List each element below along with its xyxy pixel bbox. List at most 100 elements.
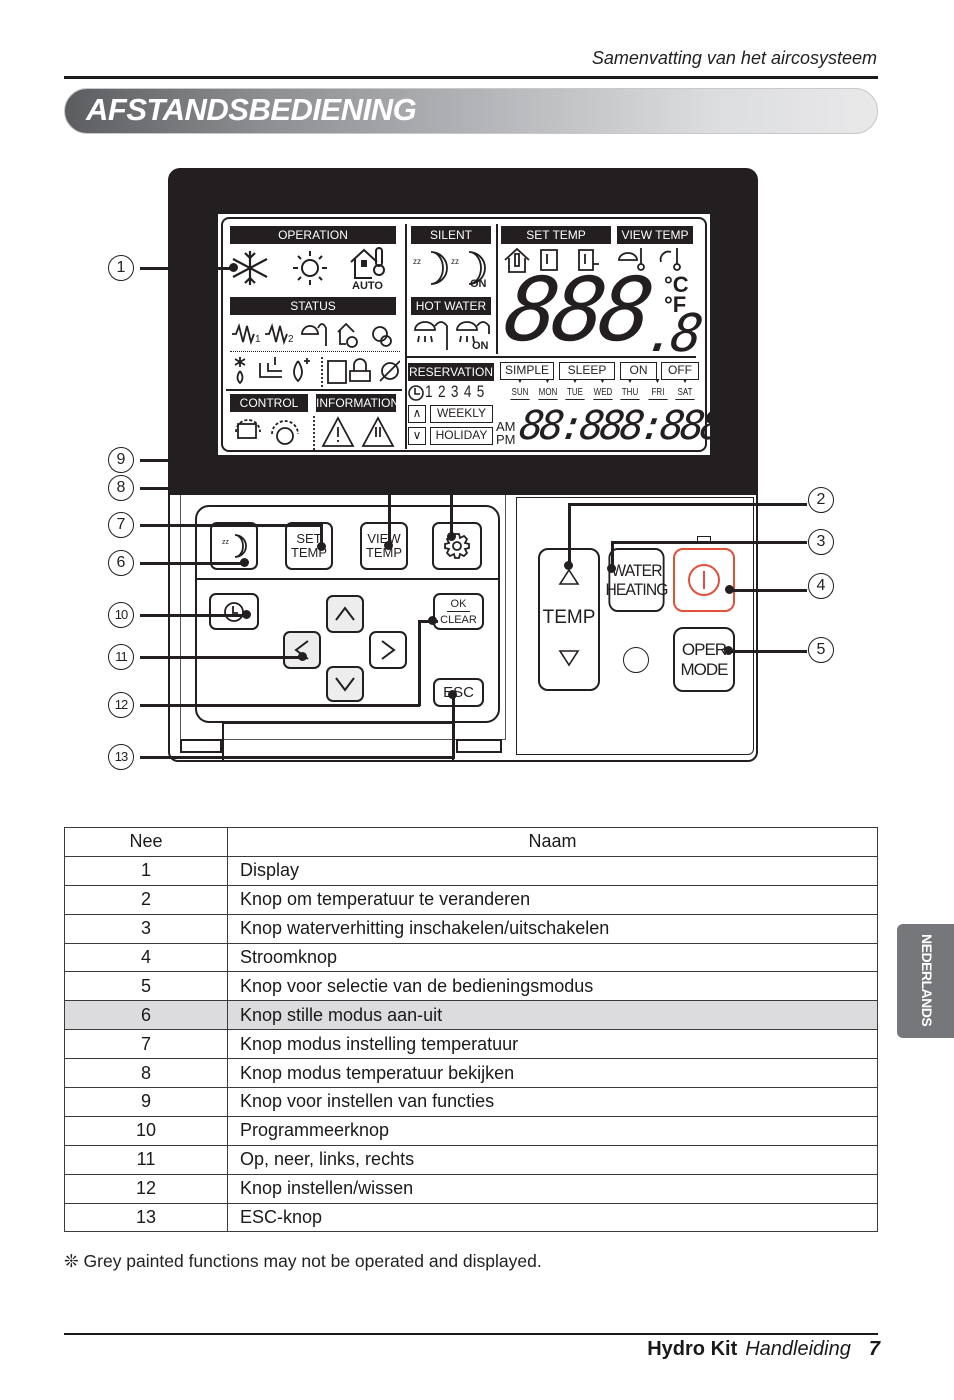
ok-clear-button[interactable]: OK CLEAR	[433, 593, 484, 630]
weekday-fri: ▼ FRI	[646, 378, 670, 400]
row-name: Knop voor selectie van de bedieningsmodu…	[227, 971, 878, 1002]
leader-line-11	[140, 656, 302, 659]
water-heating-button[interactable]: WATER HEATING	[606, 548, 668, 612]
main-temperature-digits: 888	[498, 258, 655, 361]
lcd-vertical-divider-2	[496, 224, 498, 354]
unit-fahrenheit: °F	[664, 292, 687, 317]
leader-dot-11	[298, 652, 307, 661]
central-control-icon	[237, 423, 257, 439]
status-led	[623, 647, 649, 673]
temp-label: TEMP	[542, 606, 596, 628]
leader-line-13-vertical	[452, 694, 455, 758]
row-name: Knop modus instelling temperatuur	[227, 1029, 878, 1060]
shower-on-icon	[456, 321, 490, 343]
callout-13: 13	[108, 744, 134, 770]
weekday-marker-icon: ▼	[571, 378, 579, 385]
weekday-sun: ▼ SUN	[508, 378, 532, 400]
timer-clock-icon	[408, 385, 424, 401]
lcd-horizontal-divider	[406, 356, 696, 358]
weekday-marker-icon: ▼	[516, 378, 524, 385]
triangle-up-icon	[558, 568, 580, 585]
cover-hinge-left	[180, 739, 222, 753]
shower-icon	[414, 321, 448, 350]
weekday-label: MON	[537, 387, 558, 400]
leader-line-7	[140, 524, 322, 527]
oper-mode-button[interactable]: OPER MODE	[673, 627, 735, 692]
table-row: 13 ESC-knop	[64, 1202, 878, 1233]
lcd-label-hot-water: HOT WATER	[411, 297, 491, 315]
leader-line-6	[140, 562, 244, 565]
row-name: Knop waterverhitting inschakelen/uitscha…	[227, 913, 878, 944]
weekday-marker-icon: ▼	[626, 378, 634, 385]
row-name: Knop instellen/wissen	[227, 1173, 878, 1204]
auto-house-thermometer-icon	[350, 247, 385, 279]
esc-button[interactable]: ESC	[433, 678, 484, 707]
weekday-thu: ▼ THU	[618, 378, 642, 400]
warning-icon	[321, 416, 355, 447]
lcd-label-set-temp: SET TEMP	[501, 226, 611, 244]
row-number: 8	[64, 1058, 228, 1089]
row-number: 6	[64, 1000, 228, 1031]
leader-line-8	[140, 487, 390, 490]
holiday-label: HOLIDAY	[430, 427, 493, 445]
lcd-display: OPERATION AUTO STATUS 1 2 CONTROL INFORM…	[216, 212, 724, 457]
callout-11: 11	[108, 644, 134, 670]
column-header-number: Nee	[64, 827, 228, 857]
lock-icon	[349, 358, 371, 382]
row-name: Knop voor instellen van functies	[227, 1087, 878, 1117]
callout-12: 12	[108, 692, 134, 718]
sun-play-icon	[372, 326, 388, 342]
row-number: 5	[64, 971, 228, 1002]
water-heating-label-line2: HEATING	[605, 580, 669, 599]
power-button[interactable]	[673, 548, 735, 612]
left-arrow-button[interactable]	[283, 631, 321, 669]
leader-line-1	[140, 267, 234, 270]
cover-hinge-right	[456, 739, 502, 753]
heating-sun-icon	[293, 251, 327, 285]
silent-moon-icon	[430, 251, 448, 285]
lcd-label-operation: OPERATION	[230, 226, 396, 244]
down-indicator-icon: ∨	[408, 427, 426, 445]
heater-1-icon	[232, 322, 255, 346]
silent-moon-icon: zz	[222, 534, 247, 558]
row-name: ESC-knop	[227, 1202, 878, 1233]
table-header-row: Nee Naam	[64, 827, 878, 857]
down-arrow-button[interactable]	[326, 666, 364, 702]
leader-dot-1	[229, 263, 238, 272]
row-number: 4	[64, 942, 228, 973]
weekday-tue: ▼ TUE	[563, 378, 587, 400]
schedule-grid-icon	[327, 360, 347, 384]
footer-manual: Handleiding	[745, 1338, 851, 1360]
row-number: 11	[64, 1144, 228, 1175]
table-row: 7 Knop modus instelling temperatuur	[64, 1029, 878, 1060]
pm-label: PM	[496, 432, 516, 447]
table-row: 3 Knop waterverhitting inschakelen/uitsch…	[64, 913, 878, 944]
critical-warning-icon	[361, 416, 395, 447]
power-icon	[688, 564, 720, 596]
weekday-sat: ▼ SAT	[673, 378, 697, 400]
leader-line-3	[612, 541, 807, 544]
footnote: ❊ Grey painted functions may not be oper…	[64, 1251, 542, 1271]
chevron-right-icon	[381, 640, 396, 660]
callout-9: 9	[108, 447, 134, 473]
weekly-label: WEEKLY	[430, 405, 493, 423]
clock-digits: 88:888:888	[516, 403, 725, 449]
svg-text:zz: zz	[451, 257, 459, 266]
weekday-label: FRI	[647, 386, 668, 400]
table-row: 9 Knop voor instellen van functies	[64, 1087, 878, 1117]
function-settings-button[interactable]	[432, 522, 482, 570]
right-arrow-button[interactable]	[369, 631, 407, 669]
callout-1: 1	[108, 255, 134, 281]
leader-dot-3	[607, 564, 616, 573]
callout-10: 10	[108, 602, 134, 628]
row-number: 12	[64, 1173, 228, 1204]
up-indicator-icon: ∧	[408, 405, 426, 423]
program-button[interactable]	[209, 593, 259, 630]
row-number: 3	[64, 913, 228, 944]
lcd-label-control: CONTROL	[230, 394, 308, 412]
up-arrow-button[interactable]	[326, 595, 364, 633]
leader-dot-12	[428, 616, 437, 625]
row-number: 7	[64, 1029, 228, 1060]
lcd-label-view-temp: VIEW TEMP	[617, 226, 693, 244]
remote-control-icon	[276, 427, 294, 445]
